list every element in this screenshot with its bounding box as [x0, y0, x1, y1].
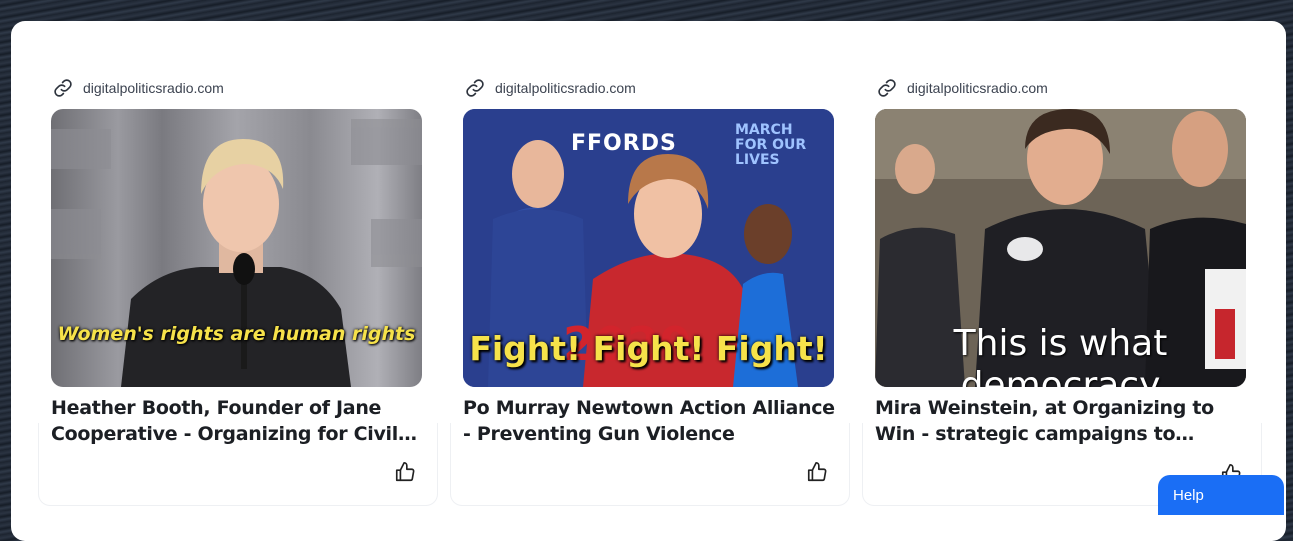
card-3[interactable]: digitalpoliticsradio.com This is what de… [862, 21, 1267, 506]
card-1-photo [51, 119, 422, 387]
card-1-source-text: digitalpoliticsradio.com [83, 80, 224, 96]
card-3-image-caption: This is what democracy looks like! [953, 323, 1168, 387]
card-2-title[interactable]: Po Murray Newtown Action Alliance - Prev… [463, 395, 835, 447]
card-1-image-caption: Women's rights are human rights [57, 323, 416, 345]
link-icon [877, 78, 897, 98]
card-1-source[interactable]: digitalpoliticsradio.com [53, 78, 224, 98]
card-panel: digitalpoliticsradio.com Women's rights … [11, 21, 1286, 541]
card-2-image-caption: Fight! Fight! Fight! [469, 329, 828, 368]
card-3-thumbnail[interactable]: This is what democracy looks like! [875, 109, 1246, 387]
card-3-source[interactable]: digitalpoliticsradio.com [877, 78, 1048, 98]
card-2[interactable]: digitalpoliticsradio.com FFORDS MARCH FO… [450, 21, 855, 506]
card-1[interactable]: digitalpoliticsradio.com Women's rights … [38, 21, 443, 506]
card-3-title[interactable]: Mira Weinstein, at Organizing to Win - s… [875, 395, 1247, 447]
card-1-thumbnail[interactable]: Women's rights are human rights [51, 109, 422, 387]
link-icon [465, 78, 485, 98]
link-icon [53, 78, 73, 98]
card-1-title[interactable]: Heather Booth, Founder of Jane Cooperati… [51, 395, 423, 447]
card-2-source-text: digitalpoliticsradio.com [495, 80, 636, 96]
card-2-thumbnail[interactable]: FFORDS MARCH FOR OUR LIVES 2020 Fight! F… [463, 109, 834, 387]
card-2-image-text-banner: MARCH FOR OUR LIVES [735, 122, 807, 168]
card-2-source[interactable]: digitalpoliticsradio.com [465, 78, 636, 98]
card-2-image-text-top: FFORDS [571, 131, 677, 156]
card-3-source-text: digitalpoliticsradio.com [907, 80, 1048, 96]
thumbs-up-icon[interactable] [394, 461, 416, 483]
help-button[interactable]: Help [1158, 475, 1284, 515]
thumbs-up-icon[interactable] [806, 461, 828, 483]
